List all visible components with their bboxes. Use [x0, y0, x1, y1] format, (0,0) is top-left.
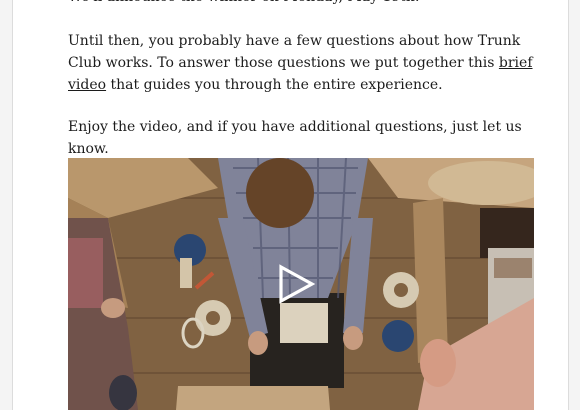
intro-paragraph: Until then, you probably have a few ques…	[68, 30, 548, 96]
intro-text-end: that guides you through the entire exper…	[106, 77, 443, 93]
announcement-text: We'll announce the winner on Monday, May…	[68, 0, 548, 8]
email-body: We'll announce the winner on Monday, May…	[12, 0, 569, 410]
intro-text-start: Until then, you probably have a few ques…	[68, 33, 521, 71]
play-icon[interactable]	[276, 264, 316, 304]
closing-paragraph: Enjoy the video, and if you have additio…	[68, 119, 522, 157]
video-thumbnail[interactable]	[68, 158, 534, 410]
